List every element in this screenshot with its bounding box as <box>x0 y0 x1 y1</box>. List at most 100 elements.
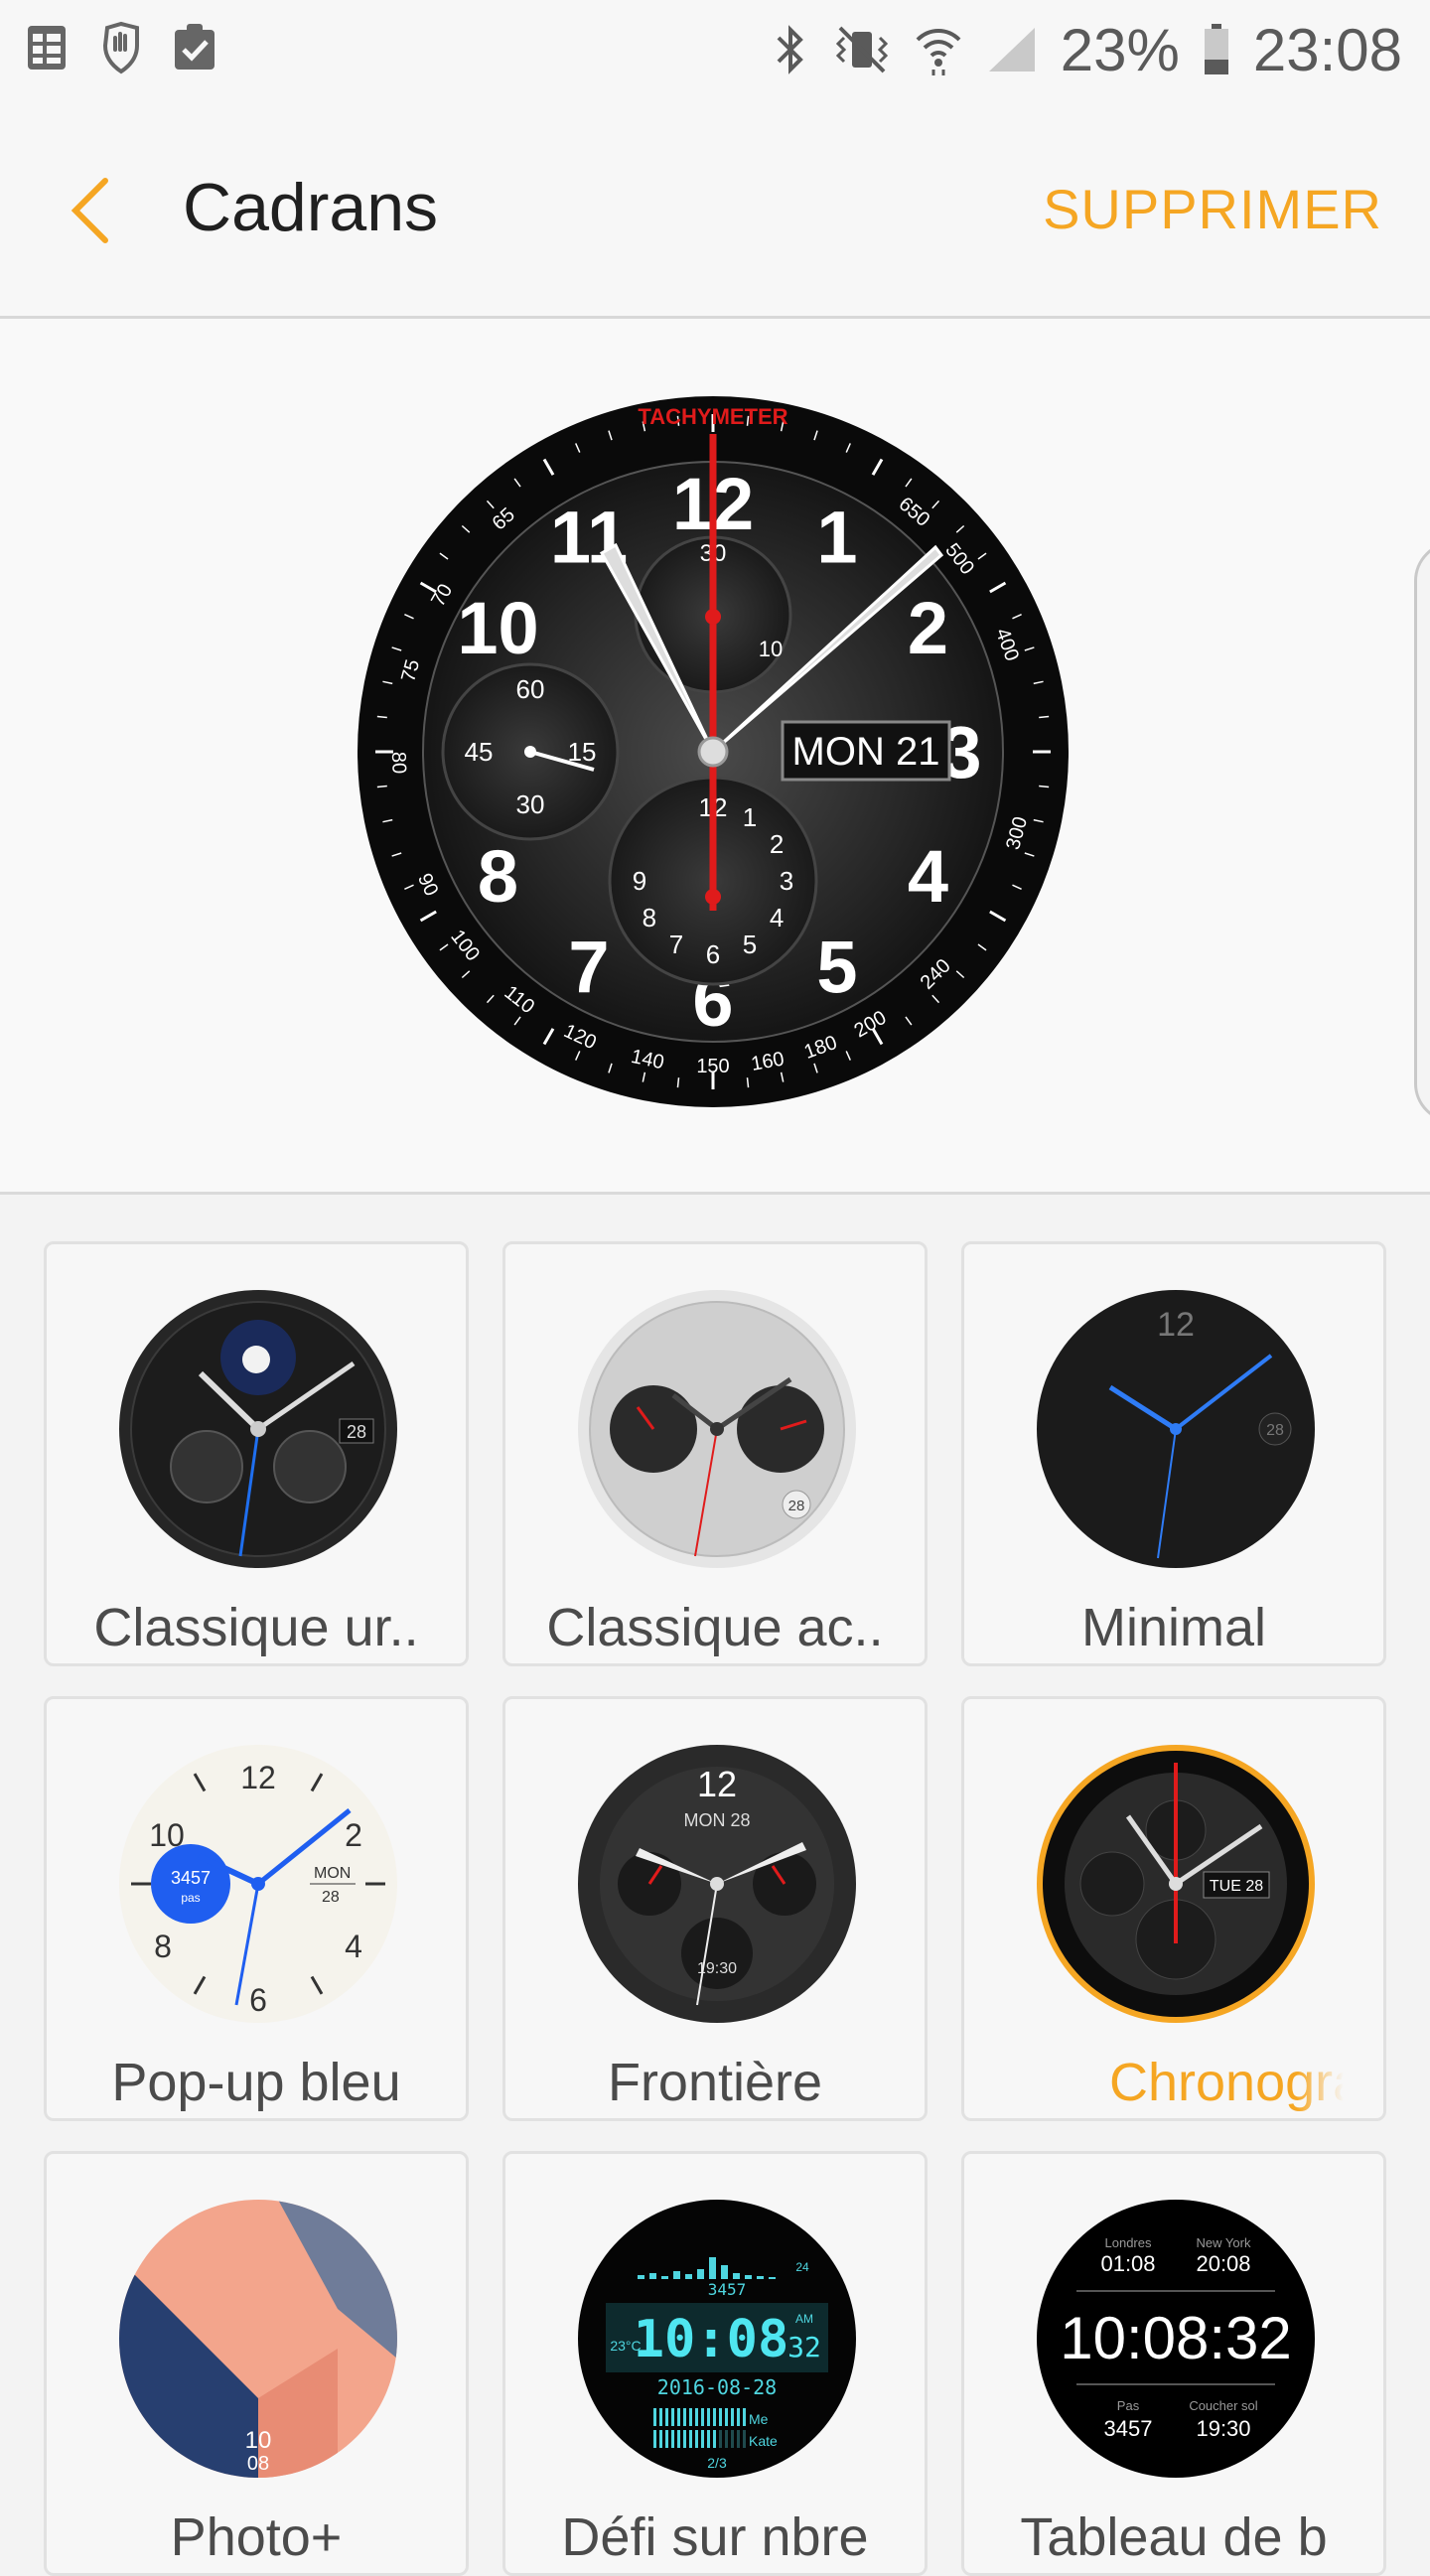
bezel-tick <box>746 1077 750 1088</box>
watch-face-label: Chronographe <box>1109 2053 1344 2112</box>
minimal-date: 28 <box>1266 1422 1284 1439</box>
watch-face-label: Classique ac.. <box>546 1598 884 1657</box>
dashboard-steps: 3457 <box>1104 2416 1153 2441</box>
challenge-bar <box>745 2275 752 2279</box>
subdial-left-45: 45 <box>465 737 494 767</box>
bezel-tick <box>1039 715 1050 719</box>
hour-numeral: 2 <box>908 587 948 669</box>
subdial-bottom-numeral: 3 <box>780 866 793 896</box>
subdial-bottom-numeral: 6 <box>706 939 720 969</box>
photo-plus-thumbnail: 10 08 <box>119 2200 397 2478</box>
challenge-progress-tick <box>707 2430 710 2448</box>
watch-face-card[interactable]: 12 MON 28 19:30 Frontière <box>502 1696 928 2121</box>
challenge-progress-tick <box>689 2430 692 2448</box>
watch-face-card[interactable]: 12 2 4 6 8 10 3457 pas MON 28 Pop-up ble… <box>44 1696 469 2121</box>
hour-numeral: 1 <box>816 496 857 578</box>
popup-day: 28 <box>322 1889 340 1906</box>
bezel-label: TACHYMETER <box>638 404 787 429</box>
minimal-numeral-12: 12 <box>1157 1306 1195 1344</box>
challenge-bar <box>697 2269 704 2279</box>
watch-face-card[interactable]: 28 Classique ac.. <box>502 1241 928 1666</box>
watch-face-label: Défi sur nbre <box>561 2507 869 2567</box>
challenge-contact-kate: Kate <box>749 2433 778 2449</box>
popup-numeral-8: 8 <box>154 1929 172 1964</box>
dashboard-sunset: 19:30 <box>1196 2416 1250 2441</box>
watch-face-label: Photo+ <box>170 2507 343 2567</box>
hour-numeral: 7 <box>568 927 609 1009</box>
challenge-bar <box>769 2277 776 2279</box>
signal-icon <box>988 28 1035 72</box>
watch-face-label: Tableau de b <box>1020 2507 1328 2567</box>
watch-face-card[interactable]: 24 3457 23°C 10:08 AM 32 2016-08-28 Me K… <box>502 2151 928 2576</box>
dashboard-city-london: Londres <box>1105 2235 1152 2250</box>
watch-face-card-selected[interactable]: TUE 28 Chronographe <box>961 1696 1386 2121</box>
challenge-contact-me: Me <box>749 2411 769 2427</box>
popup-steps-unit: pas <box>181 1891 200 1905</box>
photo-time-hour: 10 <box>245 2427 272 2454</box>
popup-numeral-4: 4 <box>345 1929 362 1964</box>
challenge-progress-tick <box>725 2430 728 2448</box>
challenge-seconds: 32 <box>787 2331 821 2363</box>
watch-face-label: Pop-up bleu <box>111 2053 401 2112</box>
challenge-progress-tick <box>677 2430 680 2448</box>
steps-challenge-thumbnail: 24 3457 23°C 10:08 AM 32 2016-08-28 Me K… <box>578 2200 856 2478</box>
challenge-progress-tick <box>653 2408 656 2426</box>
subdial-top-10: 10 <box>759 637 783 661</box>
tachymeter-label: 150 <box>696 1056 729 1077</box>
delete-button[interactable]: SUPPRIMER <box>1043 177 1382 241</box>
watch-face-card[interactable]: 28 Classique ur.. <box>44 1241 469 1666</box>
subdial-bottom-numeral: 2 <box>770 829 784 859</box>
watch-face-label: Minimal <box>1080 1598 1267 1657</box>
hour-numeral: 5 <box>816 927 857 1009</box>
vibrate-mute-icon <box>835 26 888 73</box>
next-face-peek[interactable] <box>1414 541 1430 1123</box>
app-bar: Cadrans SUPPRIMER <box>0 99 1430 319</box>
chronograph-watch-preview[interactable]: TACHYMETER 50040030024020018016015014012… <box>356 394 1071 1109</box>
challenge-progress-tick <box>743 2408 746 2426</box>
subdial-bottom-numeral: 1 <box>743 802 757 832</box>
chevron-left-icon[interactable] <box>60 171 129 250</box>
bluetooth-icon <box>777 25 803 74</box>
hour-numeral: 8 <box>478 835 518 918</box>
challenge-progress-tick <box>737 2408 740 2426</box>
watch-face-card[interactable]: 10 08 Photo+ <box>44 2151 469 2576</box>
wifi-icon <box>916 29 961 75</box>
classic-urban-thumbnail: 28 <box>119 1290 397 1568</box>
challenge-progress-tick <box>665 2430 668 2448</box>
classic-steel-thumbnail: 28 <box>578 1290 856 1568</box>
watch-face-card[interactable]: 12 28 Minimal <box>961 1241 1386 1666</box>
clock: 23:08 <box>1252 16 1402 83</box>
challenge-progress-tick <box>695 2430 698 2448</box>
watch-face-card[interactable]: Londres 01:08 New York 20:08 10:08:32 Pa… <box>961 2151 1386 2576</box>
status-bar: 23% 23:08 <box>0 0 1430 99</box>
challenge-progress-tick <box>671 2408 674 2426</box>
challenge-progress-tick <box>713 2430 716 2448</box>
dashboard-steps-label: Pas <box>1117 2398 1140 2413</box>
bezel-tick <box>376 715 387 719</box>
challenge-progress-tick <box>665 2408 668 2426</box>
photo-time-minute: 08 <box>247 2453 269 2475</box>
challenge-bar <box>685 2274 692 2279</box>
tachymeter-label: 80 <box>387 752 410 775</box>
minimal-thumbnail: 12 28 <box>1037 1290 1315 1568</box>
popup-day-name: MON <box>314 1865 351 1882</box>
challenge-ampm: AM <box>795 2312 813 2326</box>
hour-numeral: 4 <box>908 835 948 918</box>
dashboard-city-newyork: New York <box>1197 2235 1251 2250</box>
subdial-bottom-numeral: 7 <box>669 930 683 959</box>
subdial-bottom-numeral: 4 <box>770 903 784 932</box>
chronograph-date: TUE 28 <box>1210 1878 1263 1895</box>
challenge-progress-tick <box>713 2408 716 2426</box>
challenge-bar <box>721 2265 728 2279</box>
clipboard-check-icon <box>175 24 214 70</box>
challenge-bar <box>709 2257 716 2279</box>
challenge-progress-tick <box>731 2408 734 2426</box>
challenge-progress-tick <box>683 2430 686 2448</box>
subdial-left-30: 30 <box>516 789 545 819</box>
bezel-tick <box>676 1077 680 1088</box>
challenge-progress-tick <box>653 2430 656 2448</box>
challenge-progress-tick <box>671 2430 674 2448</box>
challenge-bar <box>733 2273 740 2279</box>
challenge-bar <box>661 2276 668 2279</box>
subdial-bottom-numeral: 8 <box>643 903 656 932</box>
